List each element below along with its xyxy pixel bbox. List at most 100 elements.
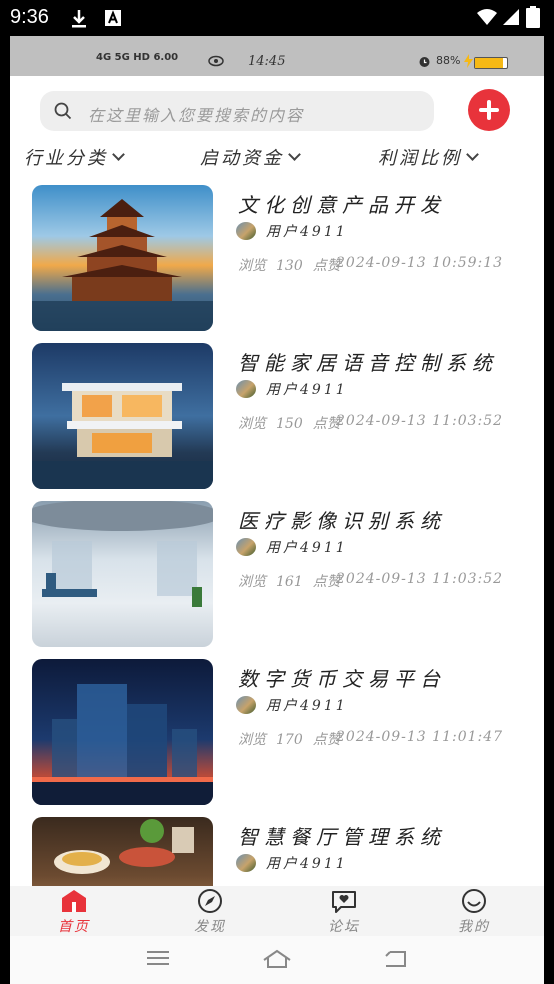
bottom-tab-bar: 首页 发现 论坛 我的 (10, 886, 544, 936)
pagoda-thumbnail (32, 185, 213, 331)
signal-icon (503, 9, 519, 25)
wifi-icon (477, 9, 497, 25)
views-count: 150 (276, 416, 303, 432)
item-date: 2024-09-13 10:59:13 (336, 255, 504, 271)
item-author: 用户4911 (236, 853, 348, 873)
item-stats: 浏览 150 点赞 (238, 413, 351, 433)
add-button[interactable] (468, 89, 510, 131)
author-name: 用户4911 (266, 698, 348, 714)
back-icon[interactable] (382, 948, 408, 970)
download-icon (72, 10, 86, 28)
item-stats: 浏览 161 点赞 (238, 571, 351, 591)
filter-startup-capital[interactable]: 启动资金 (200, 144, 301, 170)
profile-icon (462, 889, 486, 913)
author-name: 用户4911 (266, 382, 348, 398)
inner-time: 14:45 (248, 54, 286, 69)
avatar (236, 380, 256, 398)
alarm-icon (419, 57, 430, 67)
house-illustration (32, 383, 213, 489)
item-title: 数字货币交易平台 (238, 667, 446, 691)
avatar (236, 538, 256, 556)
search-placeholder: 在这里输入您要搜索的内容 (88, 106, 305, 125)
filter-bar: 行业分类 启动资金 利润比例 (10, 144, 544, 174)
smart-home-thumbnail (32, 343, 213, 489)
system-nav-bar (10, 936, 544, 984)
item-stats: 浏览 170 点赞 (238, 729, 351, 749)
search-icon (54, 102, 72, 120)
item-author: 用户4911 (236, 537, 348, 557)
views-label: 浏览 (238, 258, 266, 274)
filter-label: 利润比例 (378, 148, 462, 169)
menu-icon[interactable] (146, 948, 170, 968)
system-status-bar: 9:36 (0, 0, 554, 36)
list-item[interactable]: 文化创意产品开发 用户4911 浏览 130 点赞 2024-09-13 10:59… (32, 185, 532, 331)
crypto-building-thumbnail (32, 659, 213, 805)
item-stats: 浏览 130 点赞 (238, 255, 351, 275)
tab-home[interactable]: 首页 (34, 888, 114, 936)
tab-forum[interactable]: 论坛 (304, 888, 384, 936)
tab-discover[interactable]: 发现 (170, 888, 250, 936)
list-item[interactable]: 数字货币交易平台 用户4911 浏览 170 点赞 2024-09-13 11:01… (32, 659, 532, 805)
food-illustration (54, 819, 194, 874)
author-name: 用户4911 (266, 540, 348, 556)
pagoda-illustration (32, 199, 213, 331)
compass-icon (198, 889, 222, 913)
author-name: 用户4911 (266, 224, 348, 240)
building-illustration (32, 684, 213, 805)
item-author: 用户4911 (236, 695, 348, 715)
item-author: 用户4911 (236, 379, 348, 399)
author-name: 用户4911 (266, 856, 348, 872)
views-count: 161 (276, 574, 303, 590)
views-label: 浏览 (238, 732, 266, 748)
room-illustration (32, 501, 213, 607)
restaurant-thumbnail (32, 817, 213, 886)
list-item[interactable]: 智慧餐厅管理系统 用户4911 (32, 817, 532, 886)
tab-label: 首页 (58, 919, 90, 935)
item-date: 2024-09-13 11:01:47 (336, 729, 504, 745)
network-indicators: 4G 5G HD 6.00 (96, 52, 179, 63)
charging-icon (464, 54, 473, 68)
search-bar[interactable]: 在这里输入您要搜索的内容 (40, 91, 434, 131)
app-screen: 4G 5G HD 6.00 14:45 88% 在这里输入您要搜索的内容 行业分… (10, 36, 544, 984)
chevron-down-icon (288, 147, 301, 161)
views-count: 130 (276, 258, 303, 274)
avatar (236, 854, 256, 872)
forum-icon (332, 891, 356, 913)
project-list: 文化创意产品开发 用户4911 浏览 130 点赞 2024-09-13 10:59… (10, 182, 544, 886)
item-title: 医疗影像识别系统 (238, 509, 446, 533)
chevron-down-icon (112, 147, 125, 161)
home-nav-icon[interactable] (262, 948, 292, 970)
tab-label: 发现 (194, 919, 226, 935)
battery-fill (475, 58, 504, 68)
item-date: 2024-09-13 11:03:52 (336, 413, 504, 429)
eye-icon (208, 55, 224, 67)
battery-icon (526, 6, 540, 28)
home-icon (62, 890, 86, 912)
list-item[interactable]: 医疗影像识别系统 用户4911 浏览 161 点赞 2024-09-13 11:03… (32, 501, 532, 647)
battery-percent: 88% (436, 54, 461, 67)
tab-label: 论坛 (328, 919, 360, 935)
filter-label: 行业分类 (24, 148, 108, 169)
item-author: 用户4911 (236, 221, 348, 241)
list-item[interactable]: 智能家居语音控制系统 用户4911 浏览 150 点赞 2024-09-13 11:… (32, 343, 532, 489)
views-count: 170 (276, 732, 303, 748)
battery-gauge (474, 57, 508, 69)
status-time: 9:36 (10, 6, 49, 28)
views-label: 浏览 (238, 574, 266, 590)
item-title: 文化创意产品开发 (238, 193, 446, 217)
filter-label: 启动资金 (200, 148, 284, 169)
avatar (236, 222, 256, 240)
tab-label: 我的 (458, 919, 490, 935)
views-label: 浏览 (238, 416, 266, 432)
item-date: 2024-09-13 11:03:52 (336, 571, 504, 587)
chevron-down-icon (466, 147, 479, 161)
filter-profit-ratio[interactable]: 利润比例 (378, 144, 479, 170)
tab-profile[interactable]: 我的 (434, 888, 514, 936)
item-title: 智慧餐厅管理系统 (238, 825, 446, 849)
avatar (236, 696, 256, 714)
filter-industry[interactable]: 行业分类 (24, 144, 125, 170)
inner-status-bar: 4G 5G HD 6.00 14:45 88% (10, 36, 544, 76)
medical-room-thumbnail (32, 501, 213, 647)
item-title: 智能家居语音控制系统 (238, 351, 498, 375)
font-icon (105, 10, 121, 26)
